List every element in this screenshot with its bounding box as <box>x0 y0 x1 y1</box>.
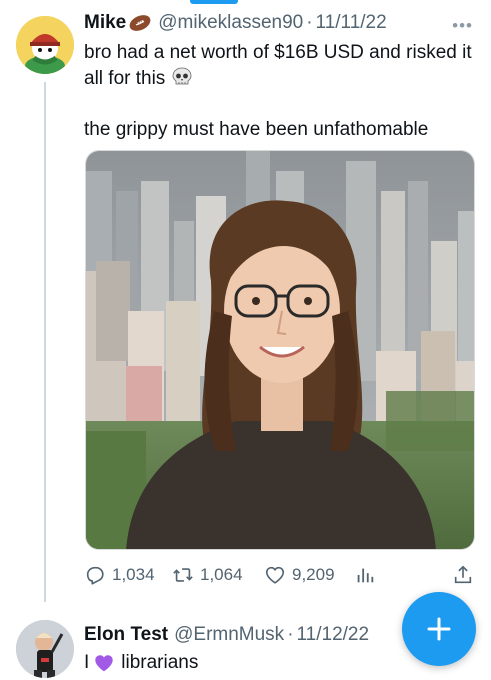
reply-icon <box>86 566 104 585</box>
tweet-text-line: bro had a net worth of $16B USD and risk… <box>84 42 472 89</box>
share-button[interactable] <box>452 562 474 588</box>
tweet-photo[interactable] <box>85 150 475 550</box>
tweet-header: Elon Test @ErmnMusk · 11/12/22 <box>84 624 369 646</box>
author-name[interactable]: Mike <box>84 12 126 34</box>
tweet-text-prefix: I <box>84 652 90 673</box>
views-button[interactable] <box>354 562 376 588</box>
american-football-icon <box>128 13 152 33</box>
tweet-date[interactable]: 11/11/22 <box>316 12 387 34</box>
avatar[interactable] <box>16 16 74 74</box>
reply-count: 1,034 <box>112 565 155 584</box>
retweet-icon <box>173 568 193 582</box>
author-name[interactable]: Elon Test <box>84 624 168 646</box>
analytics-icon <box>357 568 374 583</box>
tweet[interactable]: Mike @mikeklassen90 · 11/11/22 ••• bro h… <box>0 0 491 602</box>
avatar[interactable] <box>16 620 74 678</box>
tweet-actions: 1,034 1,064 9,209 <box>84 562 476 588</box>
retweet-count: 1,064 <box>200 565 243 584</box>
plus-icon <box>427 617 451 641</box>
like-button[interactable]: 9,209 <box>264 562 335 588</box>
tweet-text-suffix: librarians <box>121 652 199 673</box>
tweet-text-line: the grippy must have been unfathomable <box>84 119 429 140</box>
separator-dot: · <box>287 624 294 645</box>
author-handle[interactable]: @ErmnMusk <box>174 624 284 646</box>
tweet-text: bro had a net worth of $16B USD and risk… <box>84 40 474 92</box>
heart-icon <box>265 566 285 584</box>
like-count: 9,209 <box>292 565 335 584</box>
skull-icon <box>171 67 193 87</box>
author-handle[interactable]: @mikeklassen90 <box>158 12 303 34</box>
retweet-button[interactable]: 1,064 <box>172 562 243 588</box>
compose-tweet-button[interactable] <box>402 592 476 666</box>
reply-button[interactable]: 1,034 <box>84 562 155 588</box>
tweet-header: Mike @mikeklassen90 · 11/11/22 <box>84 12 387 34</box>
more-options-icon[interactable]: ••• <box>452 16 473 36</box>
tweet-date[interactable]: 11/12/22 <box>297 624 370 646</box>
purple-heart-icon <box>93 652 115 674</box>
share-icon <box>454 565 472 584</box>
separator-dot: · <box>306 12 313 33</box>
thread-connector <box>44 82 46 602</box>
